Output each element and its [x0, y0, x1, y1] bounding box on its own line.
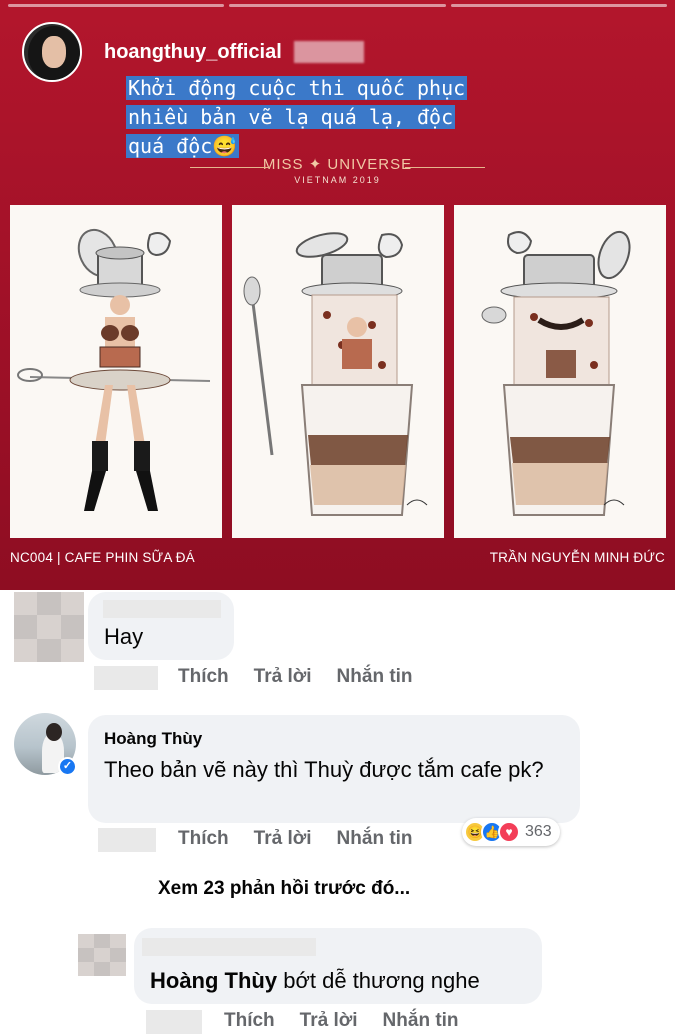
like-link[interactable]: Thích — [224, 1010, 275, 1032]
blurred-timestamp — [293, 41, 364, 63]
view-previous-replies-link[interactable]: Xem 23 phản hồi trước đó... — [158, 878, 410, 900]
comment-actions: Thích Trả lời Nhắn tin — [178, 828, 438, 850]
miss-universe-logo: MISS ✦ UNIVERSE VIETNAM 2019 — [0, 155, 675, 185]
sketch-front-view — [10, 205, 222, 538]
blurred-timestamp — [98, 828, 156, 852]
banner-title: MISS ✦ UNIVERSE — [262, 156, 413, 173]
comment-text: Theo bản vẽ này thì Thuỳ được tắm cafe p… — [104, 757, 544, 782]
designer-name: TRẦN NGUYỄN MINH ĐỨC — [489, 550, 665, 565]
caption-line: nhiều bản vẽ lạ quá lạ, độc — [126, 105, 456, 129]
message-link[interactable]: Nhắn tin — [337, 666, 413, 688]
mention-link[interactable]: Hoàng Thùy — [150, 968, 277, 993]
story-progress — [0, 4, 675, 8]
blurred-commenter-name — [103, 600, 221, 618]
sketch-cup-view — [232, 205, 444, 538]
costume-sketches — [10, 205, 666, 538]
reaction-count: 363 — [525, 823, 552, 840]
like-link[interactable]: Thích — [178, 828, 229, 850]
reply-text-body: bớt dễ thương nghe — [277, 968, 480, 993]
reply-link[interactable]: Trả lời — [300, 1010, 358, 1032]
story-caption: Khởi động cuộc thi quốc phục nhiều bản v… — [126, 74, 556, 161]
reply-link[interactable]: Trả lời — [254, 666, 312, 688]
blurred-avatar[interactable] — [14, 592, 84, 662]
design-code: NC004 | CAFE PHIN SỮA ĐÁ — [10, 550, 195, 565]
story-frame: hoangthuy_official Khởi động cuộc thi qu… — [0, 0, 675, 590]
banner-subtitle: VIETNAM 2019 — [294, 175, 381, 185]
comment-actions: Thích Trả lời Nhắn tin — [224, 1010, 484, 1032]
comment-actions: Thích Trả lời Nhắn tin — [178, 666, 438, 688]
story-avatar[interactable] — [22, 22, 82, 82]
reaction-summary[interactable]: 😆 👍 ♥ 363 — [462, 818, 560, 846]
blurred-timestamp — [94, 666, 158, 690]
verified-badge-icon: ✓ — [58, 757, 77, 776]
like-link[interactable]: Thích — [178, 666, 229, 688]
comment-bubble: Hoàng Thùy Theo bản vẽ này thì Thuỳ được… — [88, 715, 580, 823]
story-username[interactable]: hoangthuy_official — [104, 41, 282, 64]
comment-bubble: Hay — [88, 592, 234, 660]
reply-link[interactable]: Trả lời — [254, 828, 312, 850]
message-link[interactable]: Nhắn tin — [337, 828, 413, 850]
comment-text: Hay — [104, 624, 144, 649]
message-link[interactable]: Nhắn tin — [383, 1010, 459, 1032]
reply-text: Hoàng Thùy bớt dễ thương nghe — [150, 966, 480, 996]
sketch-back-view — [454, 205, 666, 538]
caption-line: Khởi động cuộc thi quốc phục — [126, 76, 468, 100]
love-icon: ♥ — [498, 821, 520, 843]
blurred-commenter-name — [142, 938, 316, 956]
blurred-avatar[interactable] — [78, 934, 126, 976]
blurred-timestamp — [146, 1010, 202, 1034]
commenter-name[interactable]: Hoàng Thùy — [104, 729, 202, 749]
story-header: hoangthuy_official — [22, 22, 364, 82]
reply-bubble: Hoàng Thùy bớt dễ thương nghe — [134, 928, 542, 1004]
